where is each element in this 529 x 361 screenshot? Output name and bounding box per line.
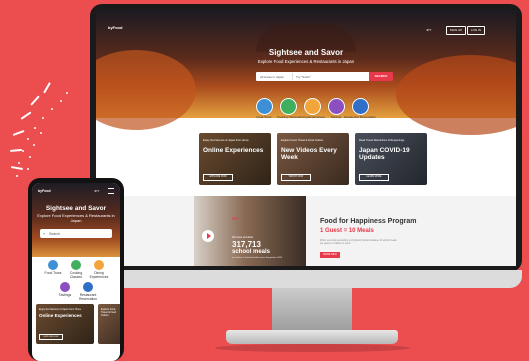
mobile-card-online-experiences[interactable]: Enjoy the Flavours of Japan from Home On… [36,304,94,344]
stat-unit: school meals [232,249,271,255]
mobile-category-cooking-classes[interactable]: Cooking Classes [65,259,87,280]
mobile-category-restaurant-reservation[interactable]: Restaurant Reservation [77,281,99,302]
hamburger-menu-icon[interactable] [108,188,114,194]
card-new-videos[interactable]: Explore Food, Travel & Food Culture New … [277,133,349,185]
mobile-category-food-tours[interactable]: Food Tours [42,259,64,276]
mobile-hero: byFood JPY Sightsee and Savor Explore Fo… [32,183,120,257]
monitor-shadow [215,344,410,352]
login-button[interactable]: LOG IN [467,26,485,35]
promo-subtitle: 1 Guest = 10 Meals [320,228,374,234]
mobile-hero-title: Sightsee and Savor [45,205,107,212]
fip-logo: FIP [232,216,239,221]
promo-title: Food for Happiness Program [320,218,417,225]
search-button[interactable]: SEARCH [369,72,393,81]
explore-now-button[interactable]: EXPLORE NOW [203,174,233,181]
mobile-phone: byFood JPY Sightsee and Savor Explore Fo… [28,178,124,361]
play-video-button[interactable] [202,230,214,242]
site-logo[interactable]: byFood [108,25,122,30]
stat-number: 317,713 [232,240,261,249]
currency-selector[interactable]: JPY [426,28,432,32]
mobile-screen: byFood JPY Sightsee and Savor Explore Fo… [32,183,120,361]
tastings-icon [59,281,71,293]
search-input[interactable]: Try "Sushi" [296,75,311,79]
card-online-experiences[interactable]: Enjoy the Flavours of Japan from Home On… [199,133,271,185]
search-bar: All Areas in Japan Try "Sushi" [256,72,371,81]
restaurant-reservation-icon [351,98,369,115]
desktop-screen: byFood JPY SIGN UP LOG IN Sightsee and S… [96,10,516,266]
mobile-hero-subtitle: Explore Food Experiences & Restaurants i… [37,213,115,223]
more-info-button[interactable]: MORE INFO [320,252,340,258]
monitor-stand-neck [272,284,352,334]
mobile-search-icon: ⌕ [43,230,46,236]
watch-now-button[interactable]: WATCH NOW [281,174,311,181]
cooking-classes-icon [70,259,82,271]
mobile-search-input[interactable]: ⌕ Search [40,229,112,238]
play-icon [206,233,211,239]
learn-more-button[interactable]: LEARN MORE [359,174,389,181]
area-select[interactable]: All Areas in Japan [260,75,284,79]
hero-title: Sightsee and Savor [268,48,344,57]
stat-note: to children in Southeast Asia since Sept… [232,257,283,259]
card-covid-updates[interactable]: Read Travel Restrictions & Reopenings Ja… [355,133,427,185]
search-divider [292,73,293,80]
stat-label: We have provided [232,236,253,239]
monitor-chin [90,270,522,288]
mobile-logo[interactable]: byFood [38,189,51,193]
monitor-stand-base [226,330,398,344]
mobile-card-videos[interactable]: Explore Food, Travel & Food Culture [98,304,120,344]
signup-button[interactable]: SIGN UP [446,26,466,35]
dining-experiences-icon [93,259,105,271]
food-for-happiness-section: FIP We have provided 317,713 school meal… [96,196,516,266]
food-tours-icon [47,259,59,271]
restaurant-reservation-icon [82,281,94,293]
mobile-explore-now-button[interactable]: EXPLORE NOW [39,334,63,340]
promo-body: When you book something on byFood, byFoo… [320,239,397,245]
mobile-category-dining-experiences[interactable]: Dining Experiences [88,259,110,280]
mobile-currency[interactable]: JPY [94,189,100,193]
autumn-foliage-right [396,55,516,135]
category-restaurant-reservation[interactable]: Restaurant Reservation [341,98,379,120]
mobile-category-tastings[interactable]: Tastings [54,281,76,298]
hero-subtitle: Explore Food Experiences & Restaurants i… [257,59,355,64]
desktop-monitor: byFood JPY SIGN UP LOG IN Sightsee and S… [90,4,522,288]
